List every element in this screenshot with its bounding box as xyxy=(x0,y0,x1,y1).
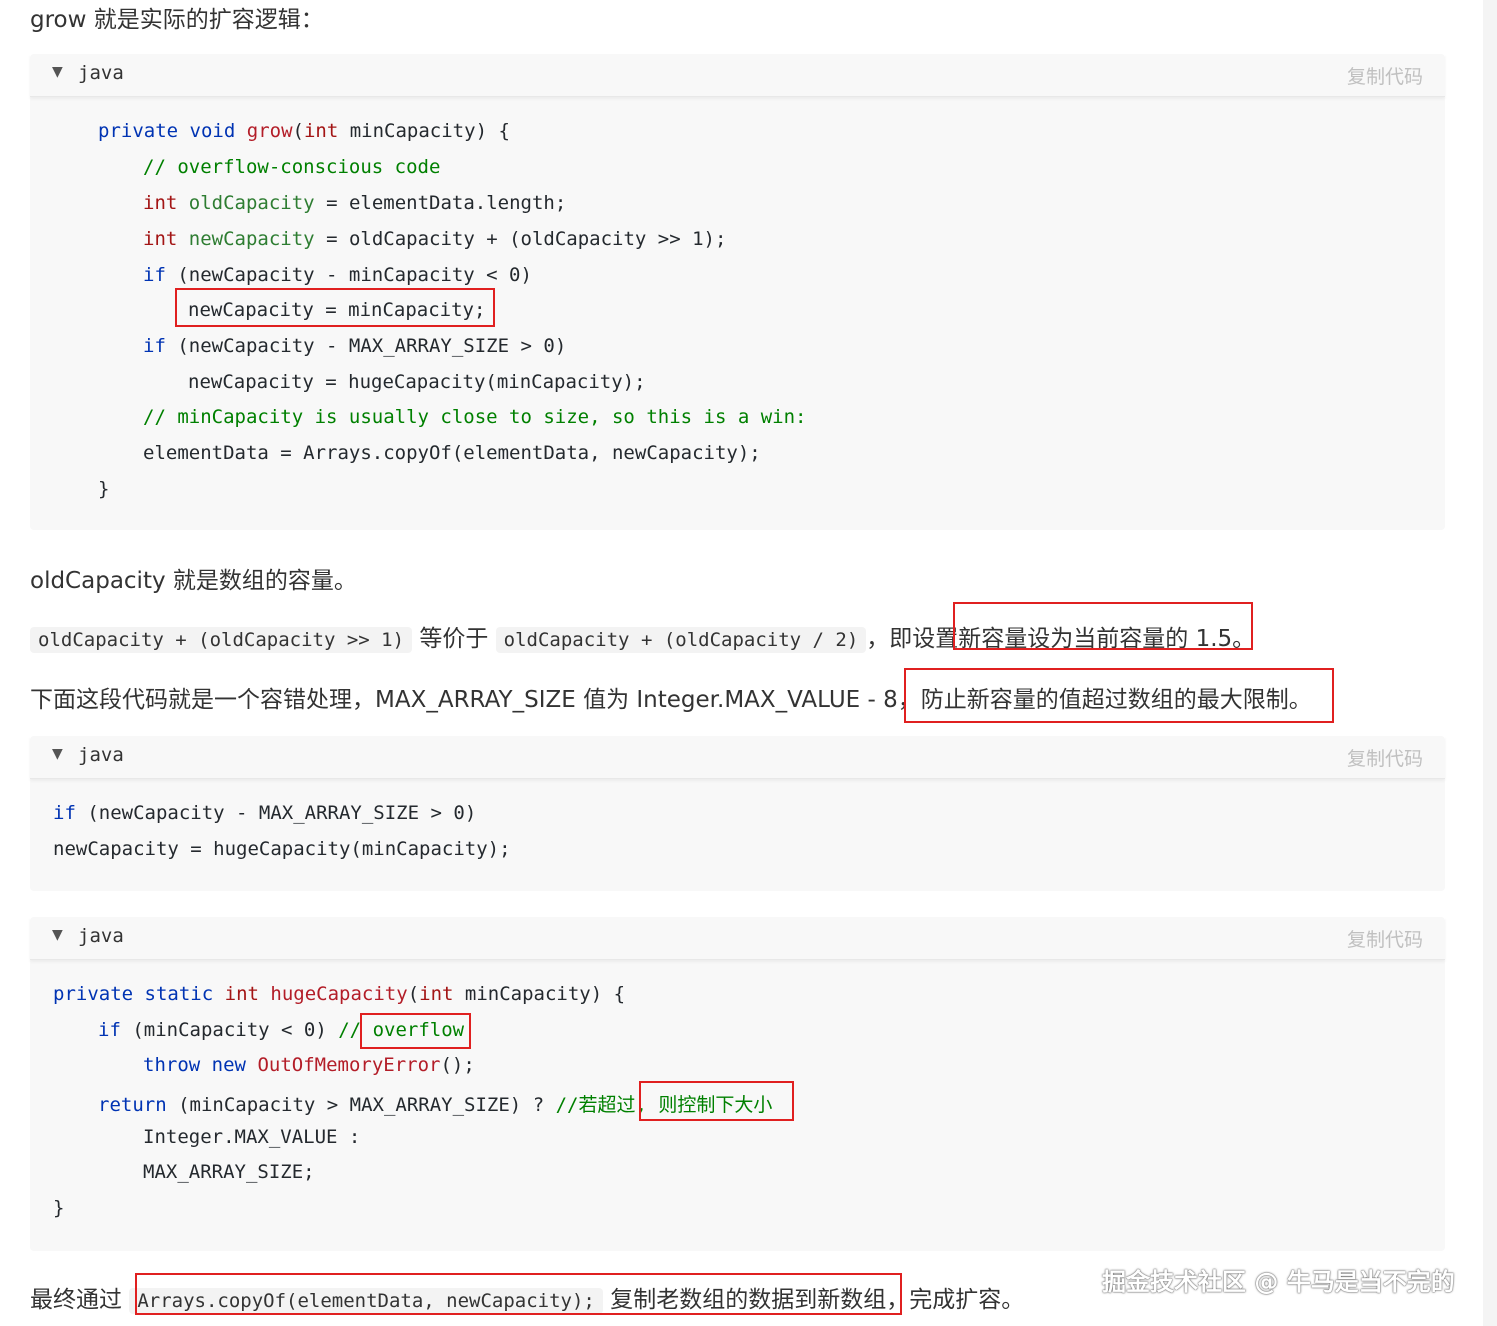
watermark: 掘金技术社区 @ 牛马是当不完的 xyxy=(1102,1268,1455,1296)
highlight-box xyxy=(360,1013,471,1049)
collapse-toggle-icon[interactable]: ▼ xyxy=(52,927,63,943)
fault-text: 下面这段代码就是一个容错处理，MAX_ARRAY_SIZE 值为 Integer… xyxy=(30,687,921,713)
code-header: ▼ java 复制代码 xyxy=(30,917,1445,960)
collapse-toggle-icon[interactable]: ▼ xyxy=(52,746,63,762)
code-line: // minCapacity is usually close to size,… xyxy=(143,406,807,428)
collapse-toggle-icon[interactable]: ▼ xyxy=(52,64,63,80)
code-line: newCapacity = hugeCapacity(minCapacity); xyxy=(53,838,511,860)
code-line: throw new OutOfMemoryError(); xyxy=(143,1054,475,1076)
code-line: if (newCapacity - MAX_ARRAY_SIZE > 0) xyxy=(143,335,567,357)
code-block-check: ▼ java 复制代码 if (newCapacity - MAX_ARRAY_… xyxy=(30,736,1445,891)
highlight-box xyxy=(175,288,495,327)
code-header: ▼ java 复制代码 xyxy=(30,736,1445,779)
code-line: MAX_ARRAY_SIZE; xyxy=(143,1161,315,1183)
highlight-box xyxy=(135,1273,902,1315)
copy-code-button[interactable]: 复制代码 xyxy=(1347,744,1423,771)
scrollbar-track[interactable] xyxy=(1483,0,1497,1326)
code-line: Integer.MAX_VALUE : xyxy=(143,1126,361,1148)
code-line: if (newCapacity - minCapacity < 0) xyxy=(143,264,532,286)
inline-code: oldCapacity + (oldCapacity >> 1) xyxy=(30,627,413,653)
equiv-text: 等价于 xyxy=(419,626,489,652)
old-capacity-paragraph: oldCapacity 就是数组的容量。 xyxy=(30,568,357,594)
code-line: private static int hugeCapacity(int minC… xyxy=(53,983,626,1005)
code-line: int oldCapacity = elementData.length; xyxy=(143,192,567,214)
copy-code-button[interactable]: 复制代码 xyxy=(1347,925,1423,952)
code-language: java xyxy=(78,925,124,947)
code-language: java xyxy=(78,62,124,84)
code-line: newCapacity = hugeCapacity(minCapacity); xyxy=(188,371,646,393)
highlight-box xyxy=(953,602,1253,650)
copy-code-button[interactable]: 复制代码 xyxy=(1347,62,1423,89)
code-line: } xyxy=(98,478,110,500)
code-line: private void grow(int minCapacity) { xyxy=(98,120,510,142)
code-line: if (newCapacity - MAX_ARRAY_SIZE > 0) xyxy=(53,802,477,824)
final-text-1: 最终通过 xyxy=(30,1287,122,1313)
highlight-box xyxy=(904,668,1334,723)
intro-paragraph: grow 就是实际的扩容逻辑： xyxy=(30,7,324,33)
code-language: java xyxy=(78,744,124,766)
equiv-text-2: ，即设置 xyxy=(866,626,959,652)
code-line: // overflow-conscious code xyxy=(143,156,441,178)
code-line: int newCapacity = oldCapacity + (oldCapa… xyxy=(143,228,727,250)
inline-code: oldCapacity + (oldCapacity / 2) xyxy=(495,627,867,653)
final-text-2: ，完成扩容。 xyxy=(886,1287,1025,1313)
highlight-box xyxy=(639,1081,794,1121)
code-line: } xyxy=(53,1197,65,1219)
code-header: ▼ java 复制代码 xyxy=(30,54,1445,97)
code-line: elementData = Arrays.copyOf(elementData,… xyxy=(143,442,761,464)
